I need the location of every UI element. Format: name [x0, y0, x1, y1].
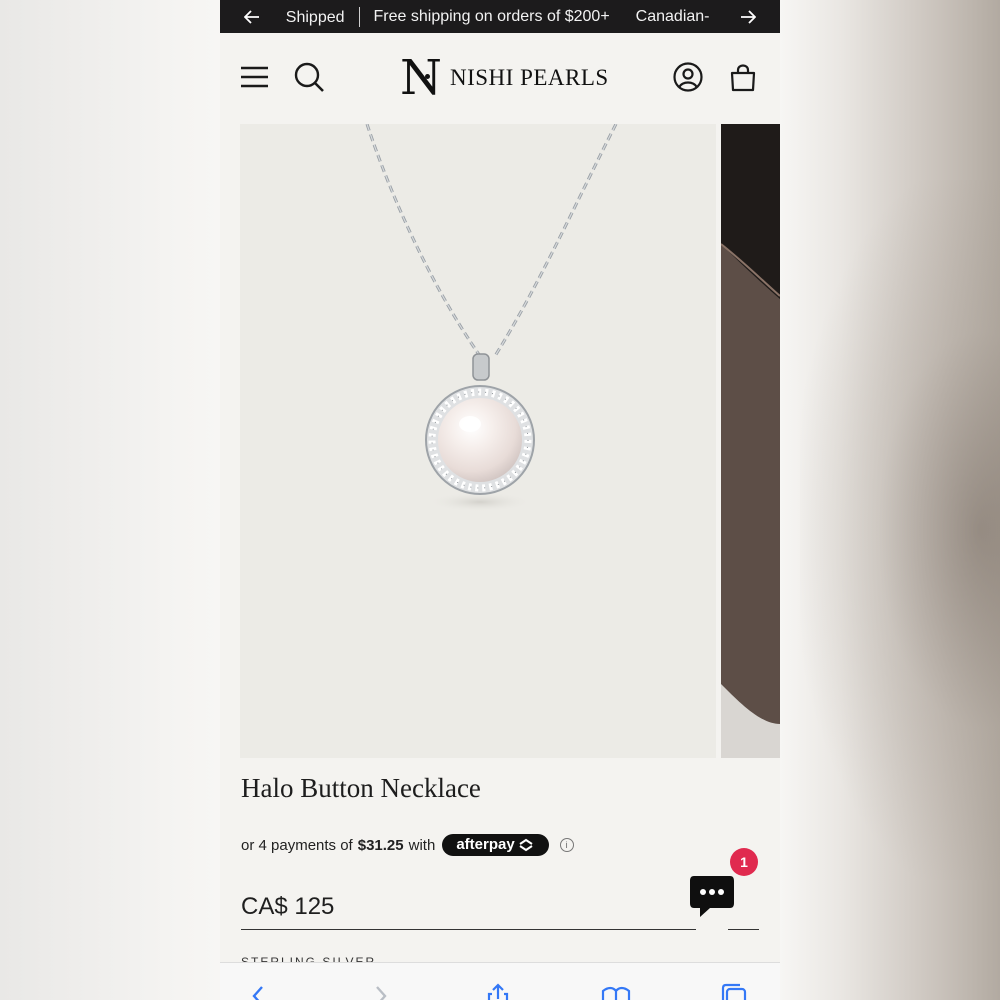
cart-bag-icon[interactable]: [726, 60, 760, 94]
share-icon[interactable]: [483, 983, 513, 1000]
announcement-message: Free shipping on orders of $200+: [373, 7, 610, 25]
divider: [728, 929, 759, 930]
blurred-background: [800, 180, 1000, 880]
installment-amount: $31.25: [357, 836, 404, 854]
installments-prefix: or 4 payments of: [241, 836, 353, 854]
logo-mark: N: [400, 50, 442, 106]
product-image-next-peek[interactable]: [721, 124, 780, 758]
screenshot-stage: ․ Shipped Free shipping on orders of $20…: [0, 0, 1000, 1000]
next-announcement-arrow-icon[interactable]: [728, 0, 768, 33]
previous-announcement-arrow-icon[interactable]: [232, 0, 272, 33]
phone-screen: ․ Shipped Free shipping on orders of $20…: [220, 0, 780, 1000]
chat-bubble-icon: [690, 876, 734, 917]
model-photo-thumbnail: [721, 124, 780, 758]
browser-toolbar: [220, 962, 780, 1000]
info-icon[interactable]: i: [559, 838, 574, 852]
announcement-messages: ․ Shipped Free shipping on orders of $20…: [280, 0, 720, 33]
afterpay-label: afterpay: [456, 836, 515, 853]
menu-icon[interactable]: [238, 60, 272, 94]
product-image-main[interactable]: [240, 124, 716, 758]
site-header: N NISHI PEARLS: [220, 33, 780, 123]
tabs-icon[interactable]: [720, 983, 750, 1000]
afterpay-logo[interactable]: afterpay: [442, 834, 549, 856]
afterpay-arrows-icon: [519, 838, 533, 851]
installments-with: with: [408, 836, 436, 854]
chat-button[interactable]: [688, 872, 736, 920]
announcement-divider: [358, 6, 360, 27]
chat-notification-badge: 1: [730, 848, 758, 876]
bookmarks-icon[interactable]: [601, 983, 631, 1000]
product-title: Halo Button Necklace: [241, 773, 481, 803]
announcement-bar: ․ Shipped Free shipping on orders of $20…: [220, 0, 780, 33]
afterpay-installments: or 4 payments of $31.25 with afterpay i: [241, 834, 574, 856]
pearl-necklace-image: [365, 124, 618, 512]
brand-logo[interactable]: N NISHI PEARLS: [400, 53, 609, 103]
browser-forward-icon[interactable]: [365, 983, 395, 1000]
announcement-message: Canadian-: [635, 7, 710, 25]
divider: [241, 929, 696, 930]
search-icon[interactable]: [292, 60, 326, 94]
browser-back-icon[interactable]: [244, 983, 274, 1000]
product-price: CA$ 125: [241, 893, 335, 920]
account-icon[interactable]: [671, 60, 705, 94]
logo-wordmark: NISHI PEARLS: [450, 65, 609, 90]
announcement-message: ․ Shipped: [280, 8, 345, 26]
